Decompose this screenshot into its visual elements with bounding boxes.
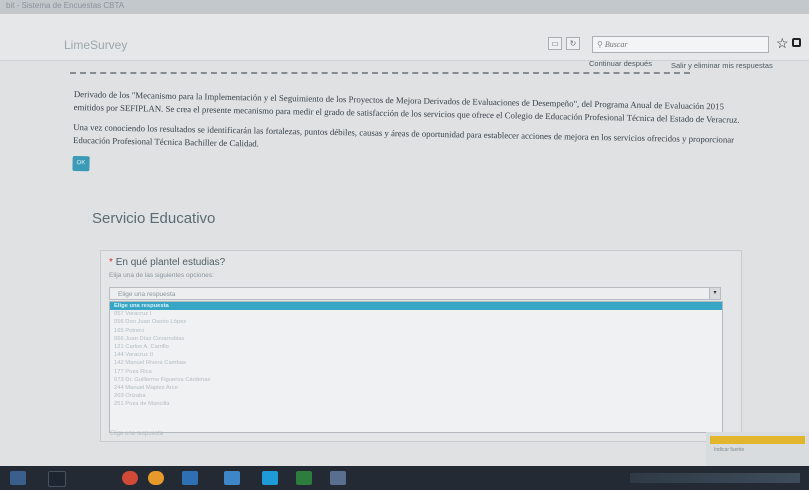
mandatory-mark: * xyxy=(109,257,113,268)
logo[interactable]: LimeSurvey xyxy=(64,38,127,52)
school-select[interactable]: Elige una respuesta ▾ xyxy=(109,287,721,300)
app-icon[interactable] xyxy=(330,471,346,485)
group-title: Servicio Educativo xyxy=(92,210,216,227)
reader-icon[interactable]: ▭ xyxy=(548,37,562,50)
option-item[interactable]: 142 Manuel Rivera Cambas xyxy=(110,359,722,367)
select-value: Elige una respuesta xyxy=(118,291,176,298)
option-item[interactable]: 177 Poza Rica xyxy=(110,368,722,376)
ok-button[interactable]: OK xyxy=(72,155,90,172)
skype-icon[interactable] xyxy=(262,471,278,485)
star-icon[interactable]: ☆ xyxy=(776,35,789,52)
site-header: LimeSurvey ▭ ↻ ⚲ ☆ Continuar después Sal… xyxy=(0,14,809,70)
question-title: * En qué plantel estudias? xyxy=(109,257,225,268)
start-icon[interactable] xyxy=(10,471,26,485)
option-item[interactable]: 203 Orizaba xyxy=(110,392,722,400)
survey-description: Derivado de los "Mecanismo para la Imple… xyxy=(72,88,753,184)
chevron-down-icon[interactable]: ▾ xyxy=(709,288,720,299)
option-item[interactable]: 121 Carlos A. Carrillo xyxy=(110,343,722,351)
question-help: Elija una de las siguientes opciones: xyxy=(109,272,214,279)
option-item[interactable]: Elige una respuesta xyxy=(110,302,722,311)
question-card: * En qué plantel estudias? Elija una de … xyxy=(100,250,742,442)
option-item[interactable]: 165 Potrero xyxy=(110,327,722,335)
reload-icon[interactable]: ↻ xyxy=(566,37,580,50)
exit-clear-link[interactable]: Salir y eliminar mis respuestas xyxy=(671,61,773,70)
option-item[interactable]: 073 Dr. Guillermo Figueroa Cárdenas xyxy=(110,376,722,384)
divider xyxy=(70,72,690,74)
below-dropdown-text: Elige una respuesta xyxy=(110,431,164,437)
system-tray[interactable] xyxy=(630,473,800,483)
intro-paragraph-1: Derivado de los "Mecanismo para la Imple… xyxy=(73,88,740,125)
search-box[interactable]: ⚲ xyxy=(592,36,769,53)
option-item[interactable]: 144 Veracruz II xyxy=(110,351,722,359)
option-item[interactable]: 251 Poza de Mancilla xyxy=(110,400,722,408)
download-icon[interactable] xyxy=(792,38,801,47)
side-panel-text[interactable]: Indicar fuente xyxy=(714,447,744,453)
question-text: En qué plantel estudias? xyxy=(115,257,226,268)
intro-paragraph-2: Una vez conociendo los resultados se ide… xyxy=(72,121,735,149)
screen: bit - Sistema de Encuestas CBTA LimeSurv… xyxy=(0,0,809,466)
desktop-icon[interactable] xyxy=(48,471,66,487)
browser-tabbar: bit - Sistema de Encuestas CBTA xyxy=(0,0,809,14)
continue-later-link[interactable]: Continuar después xyxy=(589,59,652,68)
browser-icon[interactable] xyxy=(122,471,138,485)
explorer-icon[interactable] xyxy=(224,471,240,485)
option-item[interactable]: 066 Juan Díaz Covarrubias xyxy=(110,335,722,343)
search-input[interactable] xyxy=(604,40,735,49)
option-item[interactable]: 244 Manuel Maples Arce xyxy=(110,384,722,392)
side-panel-bar xyxy=(710,436,805,444)
option-item[interactable]: 056 Don Juan Osorio López xyxy=(110,318,722,326)
select-dropdown[interactable]: Elige una respuesta 057 Veracruz I 056 D… xyxy=(109,301,723,433)
option-item[interactable]: 057 Veracruz I xyxy=(110,310,722,318)
firefox-icon[interactable] xyxy=(148,471,164,485)
search-icon: ⚲ xyxy=(597,40,603,49)
browser-tab-title[interactable]: bit - Sistema de Encuestas CBTA xyxy=(6,1,124,10)
excel-icon[interactable] xyxy=(296,471,312,485)
word-icon[interactable] xyxy=(182,471,198,485)
